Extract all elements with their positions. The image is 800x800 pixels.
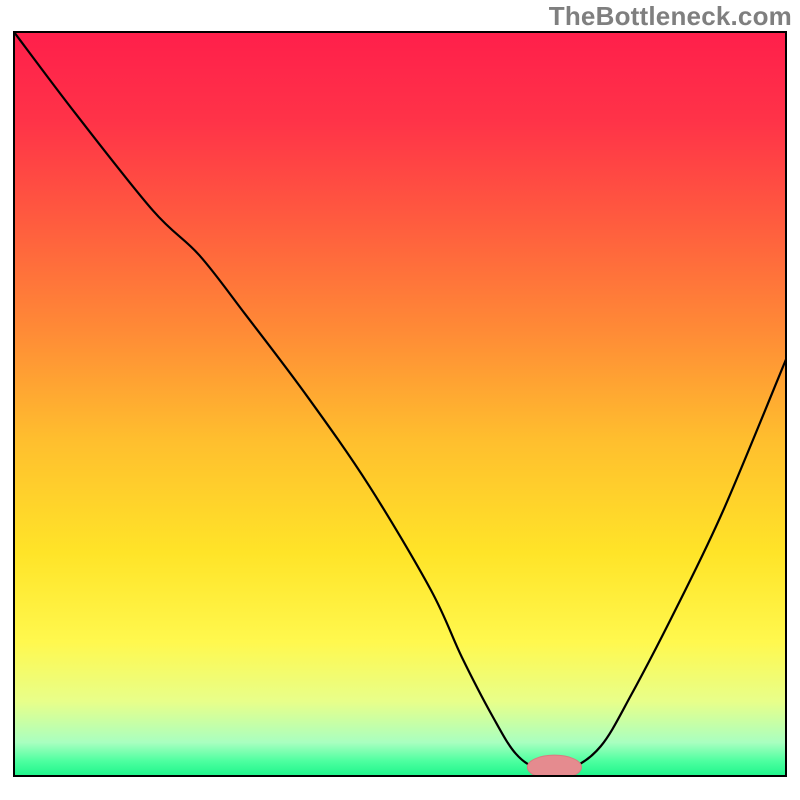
- watermark-text: TheBottleneck.com: [549, 1, 792, 32]
- bottleneck-chart: [0, 0, 800, 800]
- gradient-background: [14, 32, 786, 776]
- chart-stage: TheBottleneck.com: [0, 0, 800, 800]
